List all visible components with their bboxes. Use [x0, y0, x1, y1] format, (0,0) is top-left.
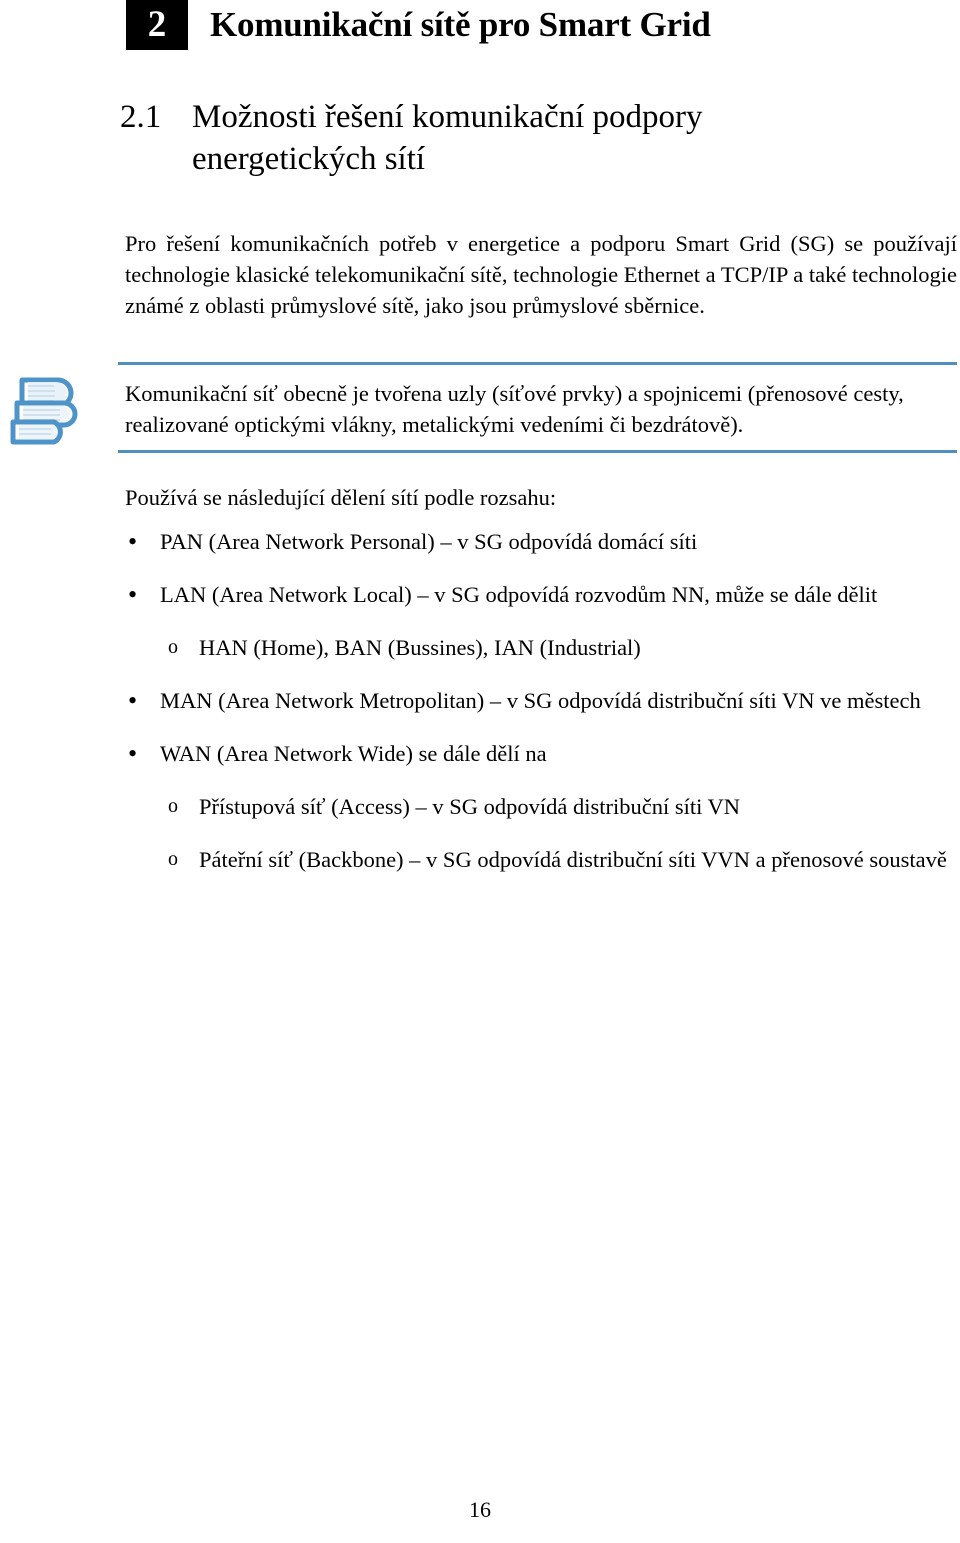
sub-bullet-marker: o [168, 636, 178, 658]
list-item-label: HAN (Home), BAN (Bussines), IAN (Industr… [199, 635, 641, 660]
note-text: Komunikační síť obecně je tvořena uzly (… [125, 381, 904, 437]
list-item-label: WAN (Area Network Wide) se dále dělí na [160, 741, 547, 766]
list-item-label: LAN (Area Network Local) – v SG odpovídá… [160, 582, 878, 607]
note-bottom-rule [118, 450, 957, 453]
chapter-number-badge: 2 [126, 0, 188, 50]
list-item-label: Páteřní síť (Backbone) – v SG odpovídá d… [199, 847, 947, 872]
bullet-marker: • [128, 686, 138, 715]
section-heading: 2.1 Možnosti řešení komunikační podpory … [120, 96, 820, 180]
list-item: • PAN (Area Network Personal) – v SG odp… [128, 526, 955, 557]
list-item-label: PAN (Area Network Personal) – v SG odpov… [160, 529, 698, 554]
document-page: 2 Komunikační sítě pro Smart Grid 2.1 Mo… [0, 0, 960, 1543]
chapter-heading: 2 Komunikační sítě pro Smart Grid [126, 0, 930, 50]
page-number: 16 [469, 1497, 491, 1522]
list-item: o HAN (Home), BAN (Bussines), IAN (Indus… [168, 632, 955, 663]
note-top-rule [118, 362, 957, 365]
list-item: o Páteřní síť (Backbone) – v SG odpovídá… [168, 844, 955, 875]
list-item: o Přístupová síť (Access) – v SG odpovíd… [168, 791, 955, 822]
bullet-marker: • [128, 739, 138, 768]
network-scope-list: • PAN (Area Network Personal) – v SG odp… [0, 526, 960, 897]
section-number: 2.1 [120, 99, 162, 135]
list-item-label: Přístupová síť (Access) – v SG odpovídá … [199, 794, 741, 819]
list-item-label: MAN (Area Network Metropolitan) – v SG o… [160, 688, 921, 713]
sub-bullet-marker: o [168, 795, 178, 817]
sub-bullet-marker: o [168, 848, 178, 870]
section-title: Možnosti řešení komunikační podpory ener… [192, 99, 703, 177]
list-item: • MAN (Area Network Metropolitan) – v SG… [128, 685, 955, 716]
list-item: • LAN (Area Network Local) – v SG odpoví… [128, 579, 955, 610]
bullet-marker: • [128, 580, 138, 609]
note-callout: Komunikační síť obecně je tvořena uzly (… [0, 362, 960, 462]
list-item: • WAN (Area Network Wide) se dále dělí n… [128, 738, 955, 769]
intro-paragraph: Pro řešení komunikačních potřeb v energe… [125, 231, 957, 318]
books-stack-icon [8, 370, 90, 446]
bullet-marker: • [128, 527, 138, 556]
chapter-title: Komunikační sítě pro Smart Grid [210, 5, 711, 44]
list-intro-text: Používá se následující dělení sítí podle… [125, 485, 557, 510]
